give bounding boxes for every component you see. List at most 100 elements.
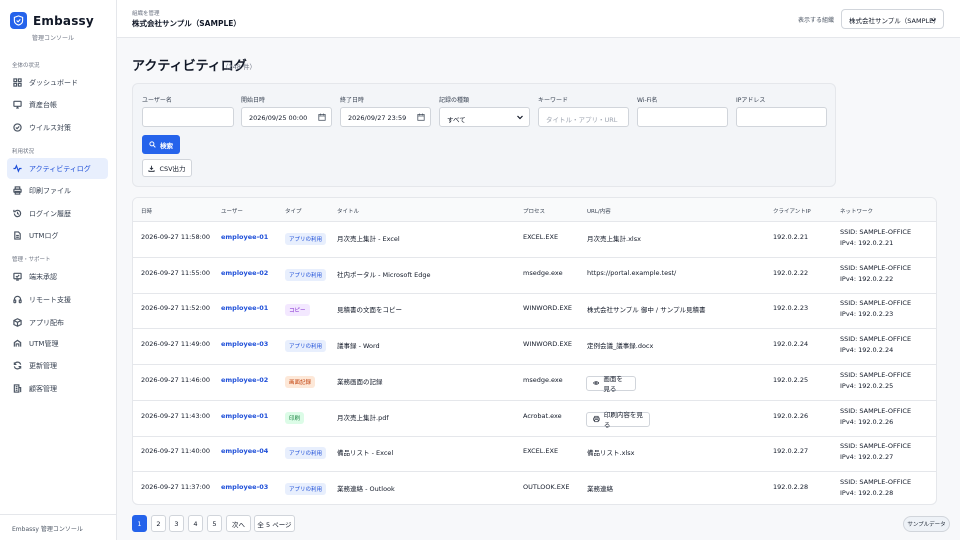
org-name: 株式会社サンプル（SAMPLE） [132, 19, 241, 28]
col-type[interactable]: タイプ [285, 207, 302, 215]
chevron-down-icon [930, 18, 937, 22]
sidebar: Embassy 管理コンソール 全体の状況 ダッシュボード 資産台帳 ウイルス対… [0, 0, 117, 540]
table-row[interactable]: 2026-09-27 11:43:00 employee-01 印刷 月次売上集計.p… [133, 401, 936, 437]
filter-panel: ユーザー名 開始日時 2026/09/25 00:00 終了日時 2026/09… [132, 83, 836, 187]
title-cell: 業務画面の記録 [337, 377, 383, 386]
process-cell: WINWORD.EXE [523, 340, 573, 349]
user-filter-input[interactable] [142, 107, 234, 127]
col-process[interactable]: プロセス [523, 207, 545, 215]
sidebar-item-label: 更新管理 [29, 361, 57, 370]
view-screen-button[interactable]: 画面を見る [586, 375, 636, 393]
title-cell: 月次売上集計 - Excel [337, 235, 400, 243]
csv-export-button[interactable]: CSV出力 [142, 159, 192, 177]
col-url[interactable]: URL/内容 [587, 207, 611, 215]
download-icon [148, 165, 155, 172]
document-icon [14, 231, 21, 240]
sidebar-item-activity-log[interactable]: アクティビティログ [7, 158, 108, 179]
sidebar-item-remote-support[interactable]: リモート支援 [7, 289, 108, 310]
ipv4-cell: IPv4: 192.0.2.25 [840, 381, 894, 390]
page-button-3[interactable]: 3 [169, 515, 184, 532]
shield-logo-icon [10, 12, 27, 29]
org-caption: 組織を管理 [132, 11, 160, 17]
table-row[interactable]: 2026-09-27 11:55:00 employee-02 アプリの利用 社内ポー… [133, 258, 936, 294]
keyword-input[interactable]: タイトル・アプリ・URL [538, 107, 629, 127]
client-ip-cell: 192.0.2.27 [773, 447, 809, 456]
sidebar-item-utm-management[interactable]: UTM管理 [7, 333, 108, 354]
type-badge: 画面記録 [285, 375, 316, 388]
col-network[interactable]: ネットワーク [840, 207, 873, 215]
end-date-value: 2026/09/27 23:59 [348, 114, 407, 122]
sidebar-item-utm-log[interactable]: UTMログ [7, 225, 108, 246]
sidebar-item-customer-management[interactable]: 顧客管理 [7, 378, 108, 399]
user-link[interactable]: employee-02 [221, 376, 268, 384]
table-row[interactable]: 2026-09-27 11:49:00 employee-03 アプリの利用 議事録 … [133, 329, 936, 366]
col-user[interactable]: ユーザー [221, 207, 243, 215]
page-button-4[interactable]: 4 [188, 515, 203, 532]
user-link[interactable]: employee-04 [221, 447, 268, 455]
brand[interactable]: Embassy [0, 0, 116, 29]
sidebar-item-label: 資産台帳 [29, 100, 57, 109]
search-button[interactable]: 検索 [142, 135, 180, 154]
ssid-cell: SSID: SAMPLE-OFFICE [840, 335, 912, 344]
url-cell: 定例会議_議事録.docx [587, 342, 654, 351]
view-print-button[interactable]: 印刷内容を見る [586, 411, 650, 429]
page-count: （248 件） [222, 63, 256, 71]
process-cell: msedge.exe [523, 375, 563, 384]
sidebar-item-app-distribution[interactable]: アプリ配布 [7, 312, 108, 333]
start-date-input[interactable]: 2026/09/25 00:00 [241, 107, 332, 127]
url-cell: 業務連絡 [587, 484, 613, 493]
end-date-input[interactable]: 2026/09/27 23:59 [340, 107, 431, 127]
page-button-1[interactable]: 1 [132, 515, 147, 532]
url-cell: 備品リスト.xlsx [587, 449, 635, 458]
user-link[interactable]: employee-01 [221, 412, 268, 420]
nav-section-overview: 全体の状況 [12, 63, 40, 69]
ipv4-cell: IPv4: 192.0.2.21 [840, 239, 894, 247]
brand-subtitle: 管理コンソール [32, 35, 75, 42]
sidebar-footer: Embassy 管理コンソール [0, 514, 117, 540]
eye-icon [593, 381, 600, 385]
page-button-2[interactable]: 2 [151, 515, 166, 532]
table-row[interactable]: 2026-09-27 11:52:00 employee-01 コピー 見積書の文面を… [133, 293, 936, 330]
user-link[interactable]: employee-02 [221, 269, 268, 277]
col-client-ip[interactable]: クライアントIP [773, 207, 811, 215]
table-row[interactable]: 2026-09-27 11:58:00 employee-01 アプリの利用 月次売上… [133, 222, 936, 258]
wifi-input[interactable] [637, 107, 728, 127]
client-ip-cell: 192.0.2.28 [773, 482, 809, 491]
page-button-5[interactable]: 5 [207, 515, 222, 532]
time-cell: 2026-09-27 11:40:00 [141, 447, 211, 456]
sidebar-item-print-files[interactable]: 印刷ファイル [7, 180, 108, 201]
next-page-button[interactable]: 次へ [226, 515, 251, 532]
title-cell: 見積書の文面をコピー [337, 306, 402, 315]
sidebar-item-antivirus[interactable]: ウイルス対策 [7, 117, 108, 138]
user-link[interactable]: employee-03 [221, 483, 268, 491]
calendar-icon [318, 113, 326, 121]
col-time[interactable]: 日時 [141, 207, 152, 215]
ssid-cell: SSID: SAMPLE-OFFICE [840, 263, 912, 272]
sidebar-item-dashboard[interactable]: ダッシュボード [7, 72, 108, 93]
sidebar-item-label: 顧客管理 [29, 384, 57, 393]
type-filter-select[interactable]: すべて [439, 107, 530, 127]
table-row[interactable]: 2026-09-27 11:40:00 employee-04 アプリの利用 備品リス… [133, 436, 936, 473]
table-row[interactable]: 2026-09-27 11:46:00 employee-02 画面記録 業務画面の記… [133, 365, 936, 401]
sidebar-item-update-management[interactable]: 更新管理 [7, 355, 108, 376]
start-date-label: 開始日時 [241, 97, 266, 104]
sidebar-item-label: UTMログ [29, 231, 59, 240]
ip-label: IPアドレス [736, 97, 766, 104]
ip-input[interactable] [736, 107, 827, 127]
ipv4-cell: IPv4: 192.0.2.26 [840, 417, 894, 426]
org-select[interactable]: 株式会社サンプル（SAMPLE） [841, 9, 944, 29]
user-link[interactable]: employee-03 [221, 340, 268, 348]
user-link[interactable]: employee-01 [221, 304, 268, 312]
sidebar-item-assets[interactable]: 資産台帳 [7, 94, 108, 115]
user-link[interactable]: employee-01 [221, 233, 268, 241]
sidebar-item-login-history[interactable]: ログイン履歴 [7, 203, 108, 224]
dashboard-icon [13, 78, 22, 87]
time-cell: 2026-09-27 11:43:00 [141, 411, 211, 420]
table-row[interactable]: 2026-09-27 11:37:00 employee-03 アプリの利用 業務連絡… [133, 472, 936, 504]
process-cell: EXCEL.EXE [523, 447, 559, 456]
sidebar-item-device-approval[interactable]: 端末承認 [7, 266, 108, 287]
col-title[interactable]: タイトル [337, 207, 359, 215]
title-cell: 月次売上集計.pdf [337, 413, 389, 422]
title-cell: 議事録 - Word [337, 342, 380, 351]
org-select-value: 株式会社サンプル（SAMPLE） [849, 17, 940, 25]
